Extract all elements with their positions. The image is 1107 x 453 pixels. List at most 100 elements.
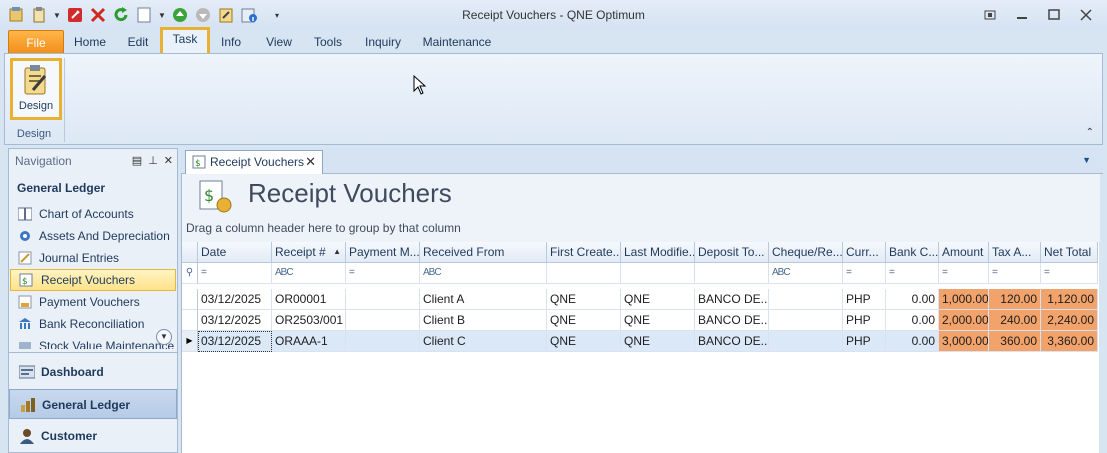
filter-cell-net-total[interactable]: = <box>1041 263 1098 284</box>
cell-first-created[interactable]: QNE <box>547 331 621 352</box>
filter-cell-payment-method[interactable]: = <box>346 263 420 284</box>
cell-received-from[interactable]: Client B <box>420 310 547 331</box>
column-header-currency[interactable]: Curr... <box>843 242 886 263</box>
nav-item-chart-of-accounts[interactable]: Chart of Accounts <box>9 203 177 225</box>
cell-deposit-to[interactable]: BANCO DE... <box>695 289 769 310</box>
nav-item-bank-reconciliation[interactable]: Bank Reconciliation <box>9 313 177 335</box>
column-header-deposit-to[interactable]: Deposit To... <box>695 242 769 263</box>
collapse-ribbon-icon[interactable]: ⌃ <box>1086 127 1094 138</box>
filter-cell-first-created[interactable] <box>547 263 621 284</box>
cell-tax-amount[interactable]: 360.00 <box>989 331 1041 352</box>
cell-date[interactable]: 03/12/2025 <box>198 310 272 331</box>
filter-cell-cheque[interactable]: ABC <box>769 263 843 284</box>
cell-tax-amount[interactable]: 120.00 <box>989 289 1041 310</box>
column-header-receipt[interactable]: Receipt # ▲ <box>272 242 346 263</box>
column-header-net-total[interactable]: Net Total <box>1041 242 1098 263</box>
tab-home[interactable]: Home <box>68 30 112 54</box>
cell-last-modified[interactable]: QNE <box>621 331 695 352</box>
cell-received-from[interactable]: Client C <box>420 331 547 352</box>
cell-net-total[interactable]: 1,120.00 <box>1041 289 1098 310</box>
filter-cell-date[interactable]: = <box>198 263 272 284</box>
cell-tax-amount[interactable]: 240.00 <box>989 310 1041 331</box>
tab-inquiry[interactable]: Inquiry <box>360 30 406 54</box>
cell-currency[interactable]: PHP <box>843 331 886 352</box>
filter-cell-deposit-to[interactable] <box>695 263 769 284</box>
column-header-date[interactable]: Date <box>198 242 272 263</box>
nav-item-assets-and-depreciation[interactable]: Assets And Depreciation <box>9 225 177 247</box>
document-tab-receipt-vouchers[interactable]: $ Receipt Vouchers ✕ <box>185 150 323 174</box>
filter-pin-icon[interactable]: ⚲ <box>182 263 198 284</box>
cell-payment-method[interactable] <box>346 310 420 331</box>
filter-cell-receipt[interactable]: ABC <box>272 263 346 284</box>
filter-cell-received-from[interactable]: ABC <box>420 263 547 284</box>
cell-received-from[interactable]: Client A <box>420 289 547 310</box>
filter-cell-tax-amount[interactable]: = <box>989 263 1041 284</box>
column-header-cheque[interactable]: Cheque/Re... <box>769 242 843 263</box>
cell-net-total[interactable]: 2,240.00 <box>1041 310 1098 331</box>
cell-date[interactable]: 03/12/2025 <box>198 331 272 352</box>
cell-last-modified[interactable]: QNE <box>621 310 695 331</box>
nav-options-icon[interactable]: ▤ <box>132 149 142 173</box>
nav-close-icon[interactable]: ✕ <box>164 149 173 173</box>
cell-currency[interactable]: PHP <box>843 310 886 331</box>
maximize-icon[interactable] <box>1045 6 1063 24</box>
column-header-first-created[interactable]: First Create... <box>547 242 621 263</box>
filter-cell-last-modified[interactable] <box>621 263 695 284</box>
pencil-icon <box>18 251 32 265</box>
cell-cheque[interactable] <box>769 289 843 310</box>
cell-bank-charges[interactable]: 0.00 <box>886 289 939 310</box>
tabs-dropdown-icon[interactable]: ▼ <box>1082 155 1091 165</box>
nav-item-stock-value-maintenance[interactable]: Stock Value Maintenance <box>9 335 177 349</box>
column-header-received-from[interactable]: Received From <box>420 242 547 263</box>
cell-net-total[interactable]: 3,360.00 <box>1041 331 1098 352</box>
column-header-bank-charges[interactable]: Bank C... <box>886 242 939 263</box>
sort-ascending-icon: ▲ <box>333 247 341 256</box>
column-header-last-modified[interactable]: Last Modifie... <box>621 242 695 263</box>
cell-bank-charges[interactable]: 0.00 <box>886 331 939 352</box>
cell-deposit-to[interactable]: BANCO DE... <box>695 310 769 331</box>
cell-amount[interactable]: 1,000.00 <box>939 289 989 310</box>
restore-layout-icon[interactable] <box>981 6 999 24</box>
filter-cell-currency[interactable]: = <box>843 263 886 284</box>
column-header-payment-method[interactable]: Payment M... <box>346 242 420 263</box>
column-header-tax-amount[interactable]: Tax A... <box>989 242 1041 263</box>
cell-receipt[interactable]: OR2503/001 <box>272 310 346 331</box>
cell-cheque[interactable] <box>769 310 843 331</box>
nav-item-payment-vouchers[interactable]: Payment Vouchers <box>9 291 177 313</box>
close-window-icon[interactable] <box>1077 6 1095 24</box>
filter-cell-bank-charges[interactable]: = <box>886 263 939 284</box>
tab-maintenance[interactable]: Maintenance <box>420 30 494 54</box>
cell-amount[interactable]: 3,000.00 <box>939 331 989 352</box>
cell-receipt[interactable]: ORAAA-1 <box>272 331 346 352</box>
cell-currency[interactable]: PHP <box>843 289 886 310</box>
cell-first-created[interactable]: QNE <box>547 310 621 331</box>
cell-amount[interactable]: 2,000.00 <box>939 310 989 331</box>
design-button[interactable]: Design <box>10 58 62 120</box>
cell-receipt[interactable]: OR00001 <box>272 289 346 310</box>
minimize-icon[interactable] <box>1013 6 1031 24</box>
nav-scroll-down-icon[interactable]: ▼ <box>156 329 172 345</box>
column-header-amount[interactable]: Amount <box>939 242 989 263</box>
pin-icon[interactable]: ⊥ <box>148 149 158 173</box>
cell-bank-charges[interactable]: 0.00 <box>886 310 939 331</box>
nav-item-journal-entries[interactable]: Journal Entries <box>9 247 177 269</box>
stock-icon <box>19 342 31 349</box>
cell-date[interactable]: 03/12/2025 <box>198 289 272 310</box>
nav-group-general-ledger[interactable]: General Ledger <box>9 389 177 419</box>
tab-file[interactable]: File <box>8 30 64 54</box>
cell-cheque[interactable] <box>769 331 843 352</box>
filter-cell-amount[interactable]: = <box>939 263 989 284</box>
nav-item-receipt-vouchers[interactable]: $ Receipt Vouchers <box>10 269 176 291</box>
nav-group-dashboard[interactable]: Dashboard <box>9 357 177 387</box>
tab-edit[interactable]: Edit <box>120 30 156 54</box>
cell-first-created[interactable]: QNE <box>547 289 621 310</box>
tab-tools[interactable]: Tools <box>308 30 348 54</box>
cell-payment-method[interactable] <box>346 331 420 352</box>
nav-group-customer[interactable]: Customer <box>9 421 177 451</box>
cell-last-modified[interactable]: QNE <box>621 289 695 310</box>
close-tab-icon[interactable]: ✕ <box>305 151 316 173</box>
cell-payment-method[interactable] <box>346 289 420 310</box>
cell-deposit-to[interactable]: BANCO DE... <box>695 331 769 352</box>
tab-info[interactable]: Info <box>214 30 248 54</box>
tab-view[interactable]: View <box>260 30 298 54</box>
